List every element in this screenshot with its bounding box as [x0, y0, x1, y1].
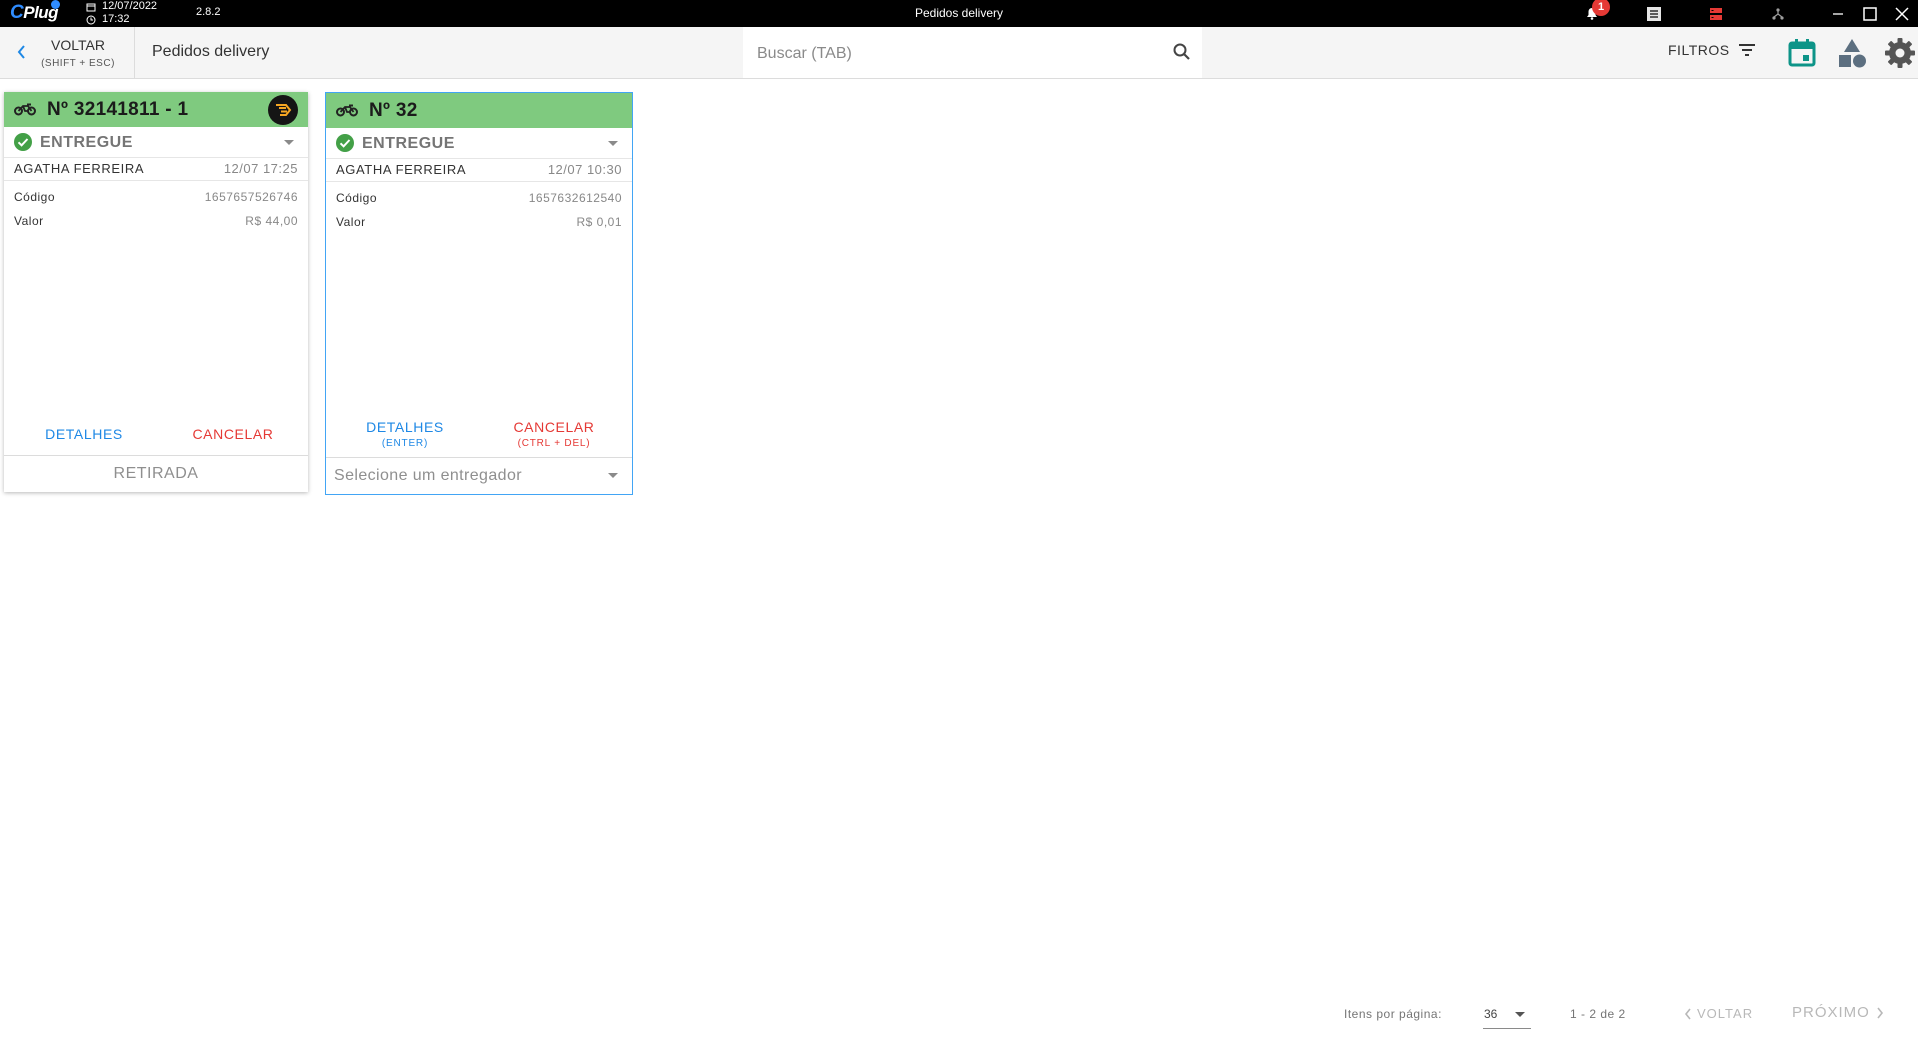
- cancel-label: CANCELAR: [192, 426, 274, 442]
- customer-row: AGATHA FERREIRA 12/07 17:25: [4, 158, 308, 181]
- filters-button[interactable]: FILTROS: [1668, 42, 1756, 58]
- customer-name: AGATHA FERREIRA: [14, 161, 145, 176]
- order-code-row: Código 1657657526746: [14, 190, 298, 206]
- motorcycle-icon: [14, 103, 36, 116]
- order-value: R$ 0,01: [576, 215, 622, 229]
- order-code: 1657657526746: [204, 190, 298, 204]
- toolbar: VOLTAR (SHIFT + ESC) Pedidos delivery FI…: [0, 27, 1918, 80]
- order-number: Nº 32141811 - 1: [47, 99, 189, 120]
- courier-select[interactable]: Selecione um entregador: [326, 457, 632, 494]
- next-page-label: PRÓXIMO: [1792, 1004, 1870, 1021]
- next-page-button[interactable]: PRÓXIMO: [1792, 1004, 1884, 1021]
- network-button[interactable]: [1764, 0, 1792, 27]
- title-bar: CPlug 12/07/2022 17:32 2.8.2 Pedidos del…: [0, 0, 1918, 27]
- order-datetime: 12/07 10:30: [547, 162, 622, 177]
- customer-row: AGATHA FERREIRA 12/07 10:30: [326, 159, 632, 182]
- courier-select-placeholder: Selecione um entregador: [334, 467, 522, 484]
- order-value: R$ 44,00: [245, 214, 298, 228]
- previous-page-label: VOLTAR: [1697, 1006, 1754, 1021]
- close-window-button[interactable]: [1886, 0, 1918, 27]
- value-label: Valor: [336, 215, 366, 229]
- chevron-down-icon: [608, 141, 618, 146]
- minimize-icon: [1833, 12, 1843, 15]
- back-button[interactable]: VOLTAR (SHIFT + ESC): [0, 27, 135, 78]
- filters-label: FILTROS: [1668, 42, 1730, 58]
- order-card-footer: RETIRADA: [4, 455, 308, 492]
- back-label: VOLTAR: [51, 37, 105, 53]
- cancel-button[interactable]: CANCELAR (CTRL + DEL): [489, 419, 619, 449]
- server-icon: [1710, 7, 1722, 20]
- minimize-button[interactable]: [1822, 0, 1854, 27]
- cancel-label: CANCELAR: [513, 419, 595, 435]
- items-per-page-value: 36: [1484, 1007, 1498, 1021]
- delivery-source-icon: [276, 104, 292, 116]
- chevron-down-icon: [1515, 1012, 1525, 1017]
- motorcycle-icon: [336, 104, 358, 117]
- maximize-button[interactable]: [1854, 0, 1886, 27]
- order-card-header: Nº 32141811 - 1: [4, 92, 308, 127]
- status-dropdown[interactable]: ENTREGUE: [326, 129, 632, 159]
- delivery-app-badge: [268, 95, 298, 125]
- check-circle-icon: [336, 134, 354, 152]
- chevron-left-icon: [17, 45, 25, 59]
- network-icon: [1772, 7, 1784, 20]
- value-label: Valor: [14, 214, 44, 228]
- details-label: DETALHES: [45, 426, 123, 442]
- document-list-icon: [1647, 6, 1661, 21]
- gear-icon: [1885, 38, 1915, 68]
- order-datetime: 12/07 17:25: [223, 161, 298, 176]
- order-code-row: Código 1657632612540: [336, 191, 622, 207]
- order-number: Nº 32: [369, 100, 418, 121]
- code-label: Código: [14, 190, 56, 204]
- details-label: DETALHES: [366, 419, 444, 435]
- check-circle-icon: [14, 133, 32, 151]
- order-status: ENTREGUE: [40, 134, 133, 151]
- customer-name: AGATHA FERREIRA: [336, 162, 467, 177]
- shapes-icon: [1839, 39, 1866, 68]
- status-dropdown[interactable]: ENTREGUE: [4, 128, 308, 158]
- notifications-button[interactable]: 1: [1578, 0, 1610, 27]
- settings-button[interactable]: [1883, 36, 1917, 70]
- report-button[interactable]: [1640, 0, 1668, 27]
- close-icon: [1895, 6, 1909, 21]
- cancel-button[interactable]: CANCELAR: [168, 426, 298, 442]
- calendar-icon: [1788, 39, 1816, 67]
- back-shortcut-hint: (SHIFT + ESC): [41, 58, 115, 69]
- order-value-row: Valor R$ 0,01: [336, 215, 622, 231]
- page-range: 1 - 2 de 2: [1570, 1007, 1626, 1021]
- code-label: Código: [336, 191, 378, 205]
- notification-badge: 1: [1592, 0, 1610, 16]
- order-code: 1657632612540: [528, 191, 622, 205]
- maximize-icon: [1863, 6, 1877, 21]
- order-card-header: Nº 32: [326, 93, 632, 128]
- previous-page-button[interactable]: VOLTAR: [1684, 1006, 1753, 1021]
- items-per-page-label: Itens por página:: [1344, 1007, 1442, 1021]
- chevron-right-icon: [1877, 1007, 1883, 1018]
- cancel-shortcut-hint: (CTRL + DEL): [517, 438, 591, 449]
- order-value-row: Valor R$ 44,00: [14, 214, 298, 230]
- chevron-down-icon: [608, 473, 618, 478]
- page-title: Pedidos delivery: [152, 43, 270, 60]
- order-card[interactable]: Nº 32141811 - 1 ENTREGUE AGATHA FERREIRA…: [4, 92, 308, 492]
- details-shortcut-hint: (ENTER): [381, 438, 429, 449]
- items-per-page-select[interactable]: 36: [1483, 1000, 1531, 1029]
- pagination: Itens por página: 36 1 - 2 de 2 VOLTAR P…: [0, 1000, 1918, 1030]
- details-button[interactable]: DETALHES: [19, 426, 149, 442]
- delivery-type: RETIRADA: [113, 465, 199, 482]
- search-input[interactable]: [755, 27, 1159, 80]
- search-box: [743, 27, 1202, 80]
- calendar-button[interactable]: [1785, 36, 1819, 70]
- search-icon[interactable]: [1172, 42, 1192, 62]
- chevron-down-icon: [284, 140, 294, 145]
- categories-button[interactable]: [1835, 36, 1869, 70]
- order-status: ENTREGUE: [362, 135, 455, 152]
- chevron-left-icon: [1684, 1008, 1691, 1019]
- filter-icon: [1738, 44, 1755, 56]
- details-button[interactable]: DETALHES (ENTER): [340, 419, 470, 449]
- server-status-button[interactable]: [1702, 0, 1730, 27]
- order-card-selected[interactable]: Nº 32 ENTREGUE AGATHA FERREIRA 12/07 10:…: [325, 92, 633, 495]
